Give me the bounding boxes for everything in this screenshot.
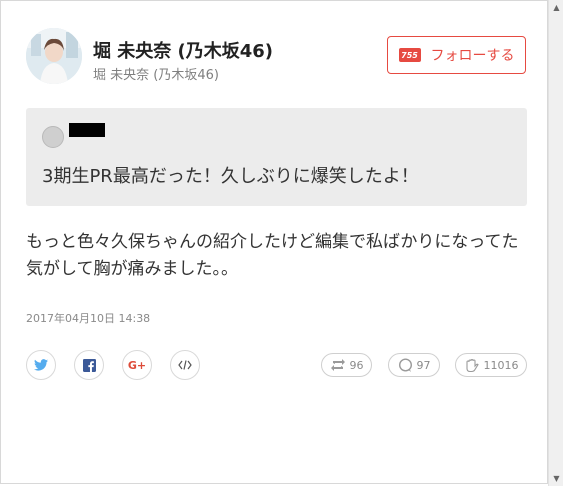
commenter-avatar-icon bbox=[42, 126, 64, 148]
scroll-down-arrow-icon[interactable]: ▼ bbox=[549, 471, 563, 486]
clap-hand-icon bbox=[465, 358, 479, 372]
comment-count-value: 97 bbox=[416, 358, 431, 372]
embed-code-button[interactable] bbox=[170, 350, 200, 380]
quoted-comment-text: 3期生PR最高だった！久しぶりに爆笑したよ！ bbox=[42, 166, 419, 187]
app-logo-icon: 755 bbox=[398, 48, 421, 62]
redacted-username bbox=[69, 123, 105, 137]
code-icon bbox=[178, 360, 192, 370]
clap-count-value: 11016 bbox=[483, 358, 519, 372]
clap-count[interactable]: 11016 bbox=[455, 353, 527, 377]
follow-button[interactable]: 755 フォローする bbox=[387, 36, 526, 74]
scrollbar[interactable]: ▲ ▼ bbox=[548, 0, 563, 486]
twitter-share-button[interactable] bbox=[26, 350, 56, 380]
google-plus-icon: G+ bbox=[127, 358, 147, 372]
repost-count-value: 96 bbox=[349, 358, 364, 372]
facebook-share-button[interactable] bbox=[74, 350, 104, 380]
google-plus-share-button[interactable]: G+ bbox=[122, 350, 152, 380]
comment-count[interactable]: 97 bbox=[388, 353, 440, 377]
twitter-icon bbox=[34, 359, 48, 371]
repost-count[interactable]: 96 bbox=[321, 353, 372, 377]
repost-icon bbox=[330, 359, 345, 371]
avatar[interactable] bbox=[26, 28, 82, 84]
profile-name[interactable]: 堀 未央奈 (乃木坂46) bbox=[93, 37, 273, 63]
facebook-icon bbox=[82, 358, 96, 372]
quoted-comment[interactable]: 3期生PR最高だった！久しぶりに爆笑したよ！ bbox=[26, 108, 527, 206]
follow-label: フォローする bbox=[430, 48, 515, 64]
post-body: もっと色々久保ちゃんの紹介したけど編集で私ばかりになってた気がして胸が痛みました… bbox=[26, 232, 519, 279]
comment-icon bbox=[398, 357, 412, 372]
profile-subname: 堀 未央奈 (乃木坂46) bbox=[93, 68, 219, 83]
post-card: 堀 未央奈 (乃木坂46) 堀 未央奈 (乃木坂46) 755 フォローする 3… bbox=[0, 0, 548, 484]
scroll-up-arrow-icon[interactable]: ▲ bbox=[549, 0, 563, 15]
post-timestamp[interactable]: 2017年04月10日 14:38 bbox=[26, 310, 150, 326]
